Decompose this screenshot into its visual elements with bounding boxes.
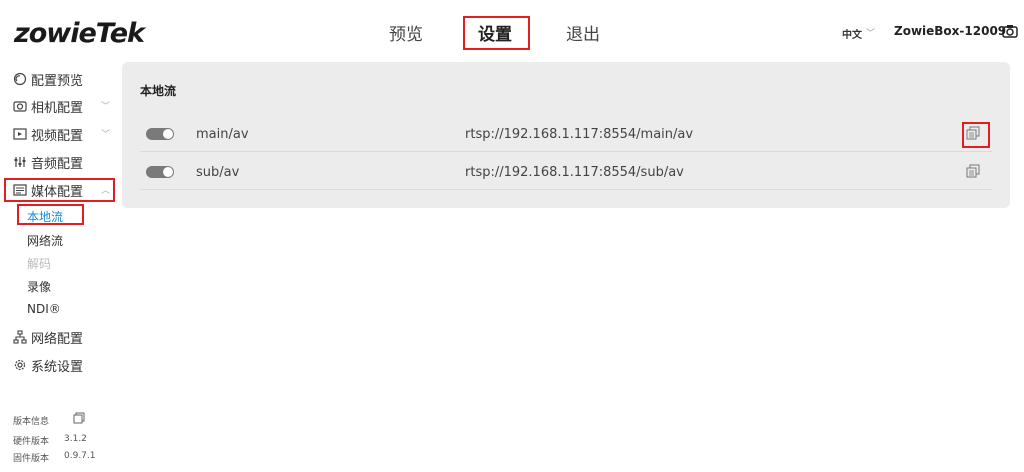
sidebar-item-preview[interactable]: 配置预览 (13, 69, 83, 89)
device-name: ZowieBox-12009 (894, 24, 1007, 38)
camera-icon[interactable] (1002, 24, 1018, 38)
chevron-down-icon: ﹀ (101, 102, 111, 112)
stream-url: rtsp://192.168.1.117:8554/sub/av (465, 165, 684, 180)
language-select[interactable]: 中文 (842, 26, 862, 41)
hardware-version-value: 3.1.2 (64, 434, 87, 444)
firmware-version-value: 0.9.7.1 (64, 451, 96, 461)
stream-toggle-sub[interactable] (146, 166, 174, 178)
chevron-up-icon: ︿ (101, 186, 111, 196)
media-icon (13, 184, 27, 196)
stream-name: main/av (196, 127, 249, 142)
panel-title: 本地流 (140, 84, 177, 98)
stream-row: sub/av rtsp://192.168.1.117:8554/sub/av (140, 154, 992, 190)
sidebar-item-system[interactable]: 系统设置 (13, 355, 83, 375)
stream-name: sub/av (196, 165, 240, 180)
sidebar-item-label: 网络配置 (31, 331, 84, 347)
nav-preview[interactable]: 预览 (389, 20, 423, 45)
nav-settings[interactable]: 设置 (478, 20, 512, 45)
sidebar-sub-record[interactable]: 录像 (27, 278, 51, 295)
sidebar-item-media[interactable]: 媒体配置 ︿ (13, 180, 110, 200)
sidebar-sub-local-stream[interactable]: 本地流 (27, 208, 63, 225)
copy-icon[interactable] (73, 412, 85, 424)
hardware-version-label: 硬件版本 (13, 437, 50, 447)
stream-row: main/av rtsp://192.168.1.117:8554/main/a… (140, 116, 992, 152)
sidebar-item-label: 系统设置 (31, 359, 84, 375)
audio-icon (14, 157, 26, 167)
sidebar-sub-ndi[interactable]: NDI® (27, 302, 61, 316)
network-icon (13, 330, 27, 344)
sidebar-item-label: 媒体配置 (31, 184, 84, 200)
sidebar-item-label: 相机配置 (31, 100, 84, 116)
gear-icon (14, 359, 26, 371)
sidebar-item-video[interactable]: 视频配置 ﹀ (13, 124, 110, 144)
local-stream-panel: 本地流 main/av rtsp://192.168.1.117:8554/ma… (122, 62, 1010, 208)
camera-icon (13, 101, 27, 112)
sidebar-item-label: 配置预览 (31, 73, 84, 89)
copy-icon[interactable] (966, 164, 980, 178)
sidebar-item-label: 音频配置 (31, 156, 84, 172)
copy-icon[interactable] (966, 126, 980, 140)
chevron-down-icon[interactable]: ﹀ (866, 26, 875, 39)
firmware-version-label: 固件版本 (13, 454, 50, 464)
chevron-down-icon: ﹀ (101, 130, 111, 140)
version-info-title: 版本信息 (13, 417, 50, 427)
sidebar-item-label: 视频配置 (31, 128, 84, 144)
preview-icon (13, 72, 27, 86)
stream-url: rtsp://192.168.1.117:8554/main/av (465, 127, 694, 142)
sidebar-item-network[interactable]: 网络配置 (13, 327, 83, 347)
nav-logout[interactable]: 退出 (566, 20, 600, 45)
sidebar-item-audio[interactable]: 音频配置 (13, 152, 83, 172)
video-icon (13, 128, 27, 140)
sidebar-sub-decode: 解码 (27, 257, 52, 271)
sidebar-sub-network-stream[interactable]: 网络流 (27, 232, 63, 249)
sidebar-item-camera[interactable]: 相机配置 ﹀ (13, 96, 110, 116)
stream-toggle-main[interactable] (146, 128, 174, 140)
